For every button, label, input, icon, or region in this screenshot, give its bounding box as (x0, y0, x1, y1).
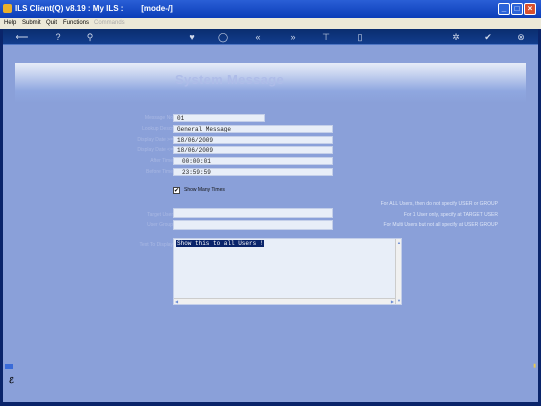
message-no-field[interactable]: 01 (173, 114, 265, 122)
settings-icon[interactable]: ✲ (449, 31, 463, 43)
application-window: ILS Client(Q) v8.19 : My ILS : [mode-/] … (0, 0, 541, 406)
scroll-down-arrow-icon[interactable]: ▼ (397, 298, 401, 303)
target-user-field[interactable] (173, 208, 333, 218)
display-date-from-field[interactable]: 18/06/2009 (173, 136, 333, 144)
cancel-icon[interactable]: ⊗ (514, 31, 528, 43)
scroll-up-arrow-icon[interactable]: ▲ (397, 240, 401, 245)
scroll-right-arrow-icon[interactable]: ▶ (391, 299, 394, 304)
user-group-field[interactable] (173, 220, 333, 230)
first-record-icon[interactable]: « (251, 31, 265, 43)
heart-icon[interactable]: ♥ (185, 31, 199, 43)
power-icon[interactable]: ◯ (216, 31, 230, 43)
right-edge-marker: ▮ (533, 363, 536, 369)
last-record-icon[interactable]: » (286, 31, 300, 43)
window-title: ILS Client(Q) v8.19 : My ILS : [mode-/] (15, 4, 173, 13)
display-date-to-field[interactable]: 18/06/2009 (173, 146, 333, 154)
maximize-button[interactable]: □ (511, 3, 523, 15)
hint-multi-users: For Multi Users but not all specify at U… (383, 222, 498, 228)
notepad-icon[interactable]: ▯ (353, 31, 367, 43)
menu-quit[interactable]: Quit (46, 18, 57, 29)
hint-one-user: For 1 User only, specify at TARGET USER (403, 212, 498, 218)
text-to-display-textarea[interactable]: Show this to all Users ! ▲ ▼ ◀ ▶ (173, 238, 402, 305)
lookup-descr-label: Lookup Descr (142, 126, 173, 132)
before-time-label: Before Time (146, 169, 173, 175)
show-many-times-checkbox[interactable]: ✔ (173, 187, 180, 194)
page-title: System Message (175, 72, 284, 87)
after-time-label: After Time (150, 158, 173, 164)
menu-commands: Commands (94, 20, 125, 26)
main-content: System Message Message No 01 Lookup Desc… (3, 45, 538, 402)
show-many-times-label: Show Many Times (184, 187, 225, 193)
toolbar: ⟵ ? ⚲ ♥ ◯ « » ⊤ ▯ ✲ ✔ ⊗ (3, 29, 538, 45)
target-user-label: Target User (147, 212, 173, 218)
search-icon[interactable]: ⚲ (83, 31, 97, 43)
display-date-from-label: Display Date >= (137, 137, 173, 143)
title-bar: ILS Client(Q) v8.19 : My ILS : [mode-/] … (0, 0, 541, 18)
menu-functions[interactable]: Functions (63, 18, 89, 29)
accept-icon[interactable]: ✔ (481, 31, 495, 43)
side-panel-icon: ℰ (9, 376, 14, 385)
hint-all-users: For ALL Users, then do not specify USER … (380, 201, 498, 207)
horizontal-scrollbar[interactable]: ◀ ▶ (174, 298, 395, 304)
close-button[interactable]: × (524, 3, 536, 15)
user-group-label: User Group (147, 222, 173, 228)
text-to-display-label: Text To Display (139, 242, 173, 248)
menu-submit[interactable]: Submit (22, 18, 41, 29)
message-no-label: Message No (144, 115, 173, 121)
after-time-field[interactable]: 00:00:01 (173, 157, 333, 165)
minimize-button[interactable]: _ (498, 3, 510, 15)
display-date-to-label: Display Date <= (137, 147, 173, 153)
back-arrow-icon[interactable]: ⟵ (11, 31, 33, 43)
menu-help[interactable]: Help (4, 18, 16, 29)
text-to-display-value: Show this to all Users ! (176, 240, 265, 247)
before-time-field[interactable]: 23:59:59 (173, 168, 333, 176)
vertical-scrollbar[interactable]: ▲ ▼ (395, 239, 401, 304)
menu-bar: Help Submit Quit Functions Commands (0, 18, 541, 29)
scroll-left-arrow-icon[interactable]: ◀ (175, 299, 178, 304)
side-panel-tab[interactable] (5, 364, 13, 369)
app-icon (3, 4, 12, 13)
help-icon[interactable]: ? (51, 31, 65, 43)
lock-icon[interactable]: ⊤ (319, 31, 333, 43)
lookup-descr-field[interactable]: General Message (173, 125, 333, 133)
